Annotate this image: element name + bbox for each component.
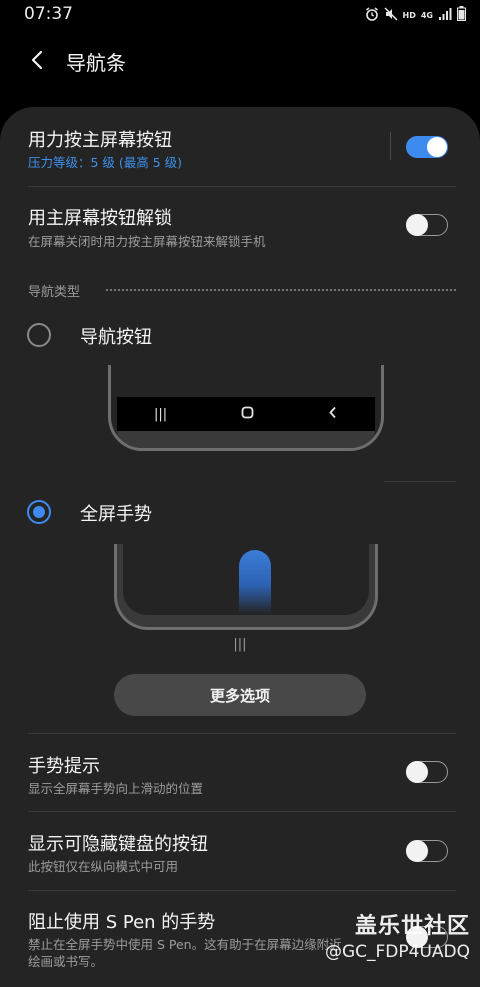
toggle-knob <box>406 760 428 783</box>
unlock-subtitle: 在屏幕关闭时用力按主屏幕按钮来解锁手机 <box>28 234 266 249</box>
status-icons: HD 4G <box>365 6 466 24</box>
toggle-knob <box>406 839 428 862</box>
mute-icon <box>383 6 398 24</box>
alarm-icon <box>365 6 379 24</box>
battery-icon <box>457 6 466 24</box>
pressure-level-subtitle: 压力等级：5 级 (最高 5 级) <box>28 155 183 170</box>
row-divider <box>28 811 456 812</box>
nav-bar-preview: ||| <box>117 397 375 431</box>
back-button[interactable] <box>26 48 50 72</box>
toggle-knob <box>427 137 447 157</box>
nav-buttons-radio[interactable] <box>27 323 51 347</box>
row-divider <box>384 481 456 482</box>
gesture-hints-toggle[interactable] <box>406 760 448 783</box>
hd-icon: HD <box>402 10 416 20</box>
nav-buttons-label[interactable]: 导航按钮 <box>80 323 152 349</box>
community-watermark: 盖乐世社区 @GC_FDP4UADQ <box>325 908 470 962</box>
gesture-hints-title: 手势提示 <box>28 756 100 777</box>
pressure-toggle[interactable] <box>406 136 448 158</box>
app-header: 导航条 <box>0 36 480 86</box>
home-icon <box>241 406 254 423</box>
gesture-hint-icon: ||| <box>233 637 247 652</box>
unlock-title: 用主屏幕按钮解锁 <box>28 208 172 229</box>
watermark-user: @GC_FDP4UADQ <box>324 942 470 962</box>
nav-buttons-preview[interactable]: ||| <box>108 365 384 451</box>
phone-frame-bottom <box>117 431 375 448</box>
block-spen-subtitle-line2: 绘画或书写。 <box>28 954 104 969</box>
back-nav-icon <box>328 406 338 423</box>
watermark-brand: 盖乐世社区 <box>354 914 470 939</box>
swipe-up-gesture-icon <box>239 550 271 614</box>
nav-type-section-label: 导航类型 <box>28 285 81 300</box>
pressure-title: 用力按主屏幕按钮 <box>28 130 172 151</box>
status-bar: 07:37 HD 4G <box>0 0 480 30</box>
signal-icon <box>438 7 452 24</box>
keyboard-hide-toggle[interactable] <box>406 839 448 862</box>
gestures-preview[interactable] <box>114 544 378 630</box>
recent-apps-icon: ||| <box>153 406 168 422</box>
gesture-hints-subtitle: 显示全屏幕手势向上滑动的位置 <box>28 781 204 796</box>
keyboard-hide-title: 显示可隐藏键盘的按钮 <box>28 834 208 855</box>
unlock-toggle[interactable] <box>406 213 448 236</box>
gestures-preview-screen <box>123 544 369 615</box>
row-divider <box>28 733 456 734</box>
gestures-radio[interactable] <box>27 500 51 524</box>
row-divider <box>28 186 456 187</box>
page-title: 导航条 <box>66 51 126 75</box>
more-options-button[interactable]: 更多选项 <box>114 674 366 716</box>
block-spen-title: 阻止使用 S Pen 的手势 <box>28 912 216 933</box>
status-time: 07:37 <box>24 4 73 24</box>
row-divider <box>28 890 456 891</box>
keyboard-hide-subtitle: 此按钮仅在纵向模式中可用 <box>28 859 179 874</box>
section-dotted-line <box>106 289 456 291</box>
row-vertical-divider <box>390 132 391 160</box>
gestures-label[interactable]: 全屏手势 <box>80 500 152 526</box>
back-arrow-icon <box>31 50 43 70</box>
toggle-knob <box>406 213 428 236</box>
network-type-icon: 4G <box>420 10 433 20</box>
